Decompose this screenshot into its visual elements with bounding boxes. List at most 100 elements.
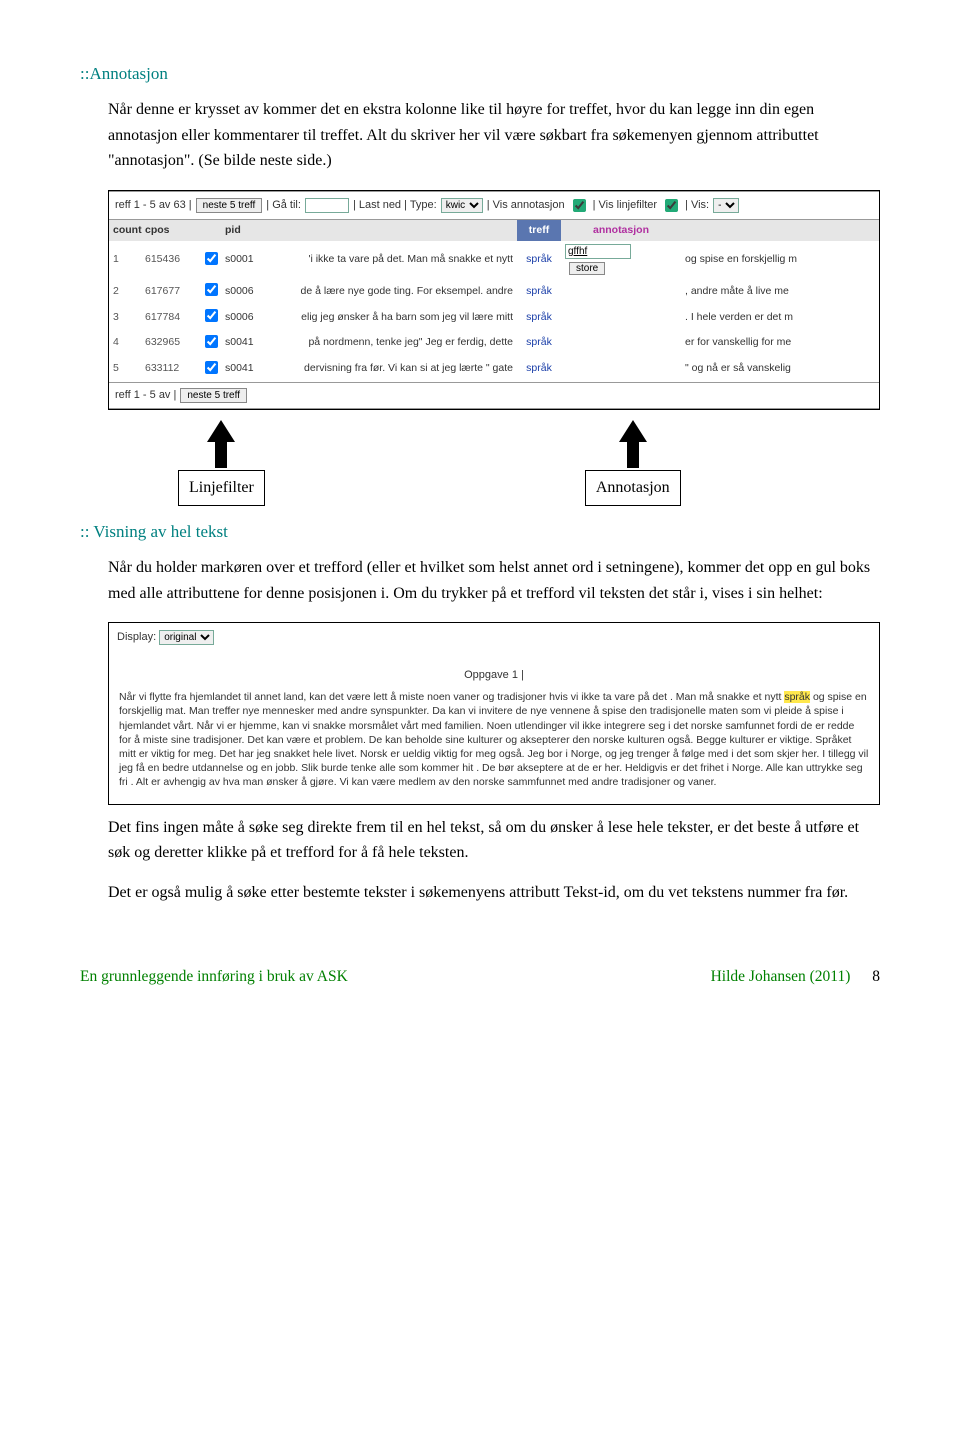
kwic-row: 2 617677 s0006 de å lære nye gode ting. …: [109, 278, 879, 304]
highlighted-word: språk: [784, 691, 810, 703]
callout-label: Annotasjon: [585, 470, 681, 506]
row-match[interactable]: språk: [517, 278, 561, 304]
kwic-toolbar-top: reff 1 - 5 av 63 | neste 5 treff | Gå ti…: [109, 191, 879, 220]
section-header-annotasjon: ::Annotasjon: [80, 60, 880, 87]
fulltext-body: Når vi flytte fra hjemlandet til annet l…: [109, 690, 879, 803]
results-range: reff 1 - 5 av 63 |: [115, 197, 192, 215]
col-treff: treff: [517, 220, 561, 241]
col-check: [197, 220, 221, 241]
row-n: 5: [109, 356, 141, 382]
row-right: er for vanskellig for me: [681, 330, 879, 356]
linjefilter-checkbox[interactable]: [205, 252, 218, 265]
fulltext-before: Når vi flytte fra hjemlandet til annet l…: [119, 691, 784, 703]
row-left: 'i ikke ta vare på det. Man må snakke et…: [267, 241, 517, 279]
row-match[interactable]: språk: [517, 356, 561, 382]
arrow-up-icon: [207, 420, 235, 442]
linjefilter-checkbox[interactable]: [205, 283, 218, 296]
row-left: dervisning fra før. Vi kan si at jeg lær…: [267, 356, 517, 382]
row-annot: [561, 278, 681, 304]
arrow-stem-icon: [627, 442, 639, 468]
callout-linjefilter: Linjefilter: [178, 420, 265, 506]
paragraph: Når denne er krysset av kommer det en ek…: [108, 97, 880, 174]
kwic-row: 4 632965 s0041 på nordmenn, tenke jeg" J…: [109, 330, 879, 356]
annotasjon-input[interactable]: [565, 244, 631, 259]
row-left: på nordmenn, tenke jeg" Jeg er ferdig, d…: [267, 330, 517, 356]
paragraph: Når du holder markøren over et trefford …: [108, 555, 880, 606]
row-right: . I hele verden er det m: [681, 304, 879, 330]
row-right: , andre måte å live me: [681, 278, 879, 304]
vis-select[interactable]: -: [713, 198, 739, 213]
kwic-row: 1 615436 s0001 'i ikke ta vare på det. M…: [109, 241, 879, 279]
oppgave-title: Oppgave 1 |: [109, 667, 879, 685]
next-results-button[interactable]: neste 5 treff: [196, 198, 263, 213]
row-pid: s0041: [221, 356, 267, 382]
row-check: [197, 330, 221, 356]
callout-row: Linjefilter Annotasjon: [108, 420, 880, 506]
vis-linjefilter-checkbox[interactable]: [665, 199, 678, 212]
paragraph: Det fins ingen måte å søke seg direkte f…: [108, 815, 880, 866]
row-pid: s0006: [221, 304, 267, 330]
row-pid: s0001: [221, 241, 267, 279]
next-results-button[interactable]: neste 5 treff: [180, 388, 247, 403]
row-annot: [561, 330, 681, 356]
vis-label: | Vis:: [685, 197, 709, 215]
kwic-row: 5 633112 s0041 dervisning fra før. Vi ka…: [109, 356, 879, 382]
kwic-table: count cpos pid treff annotasjon 1 615436…: [109, 220, 879, 382]
kwic-header-row: count cpos pid treff annotasjon: [109, 220, 879, 241]
row-pid: s0041: [221, 330, 267, 356]
col-count: count: [109, 220, 141, 241]
paragraph: Det er også mulig å søke etter bestemte …: [108, 880, 880, 906]
row-pid: s0006: [221, 278, 267, 304]
row-left: de å lære nye gode ting. For eksempel. a…: [267, 278, 517, 304]
linjefilter-checkbox[interactable]: [205, 335, 218, 348]
display-label: Display:: [117, 631, 156, 643]
vis-annot-label: | Vis annotasjon: [487, 197, 565, 215]
linjefilter-checkbox[interactable]: [205, 309, 218, 322]
goto-input[interactable]: [305, 198, 349, 213]
col-right: [681, 220, 879, 241]
row-right: " og nå er så vanskelig: [681, 356, 879, 382]
goto-label: | Gå til:: [266, 197, 301, 215]
vis-annotasjon-checkbox[interactable]: [573, 199, 586, 212]
row-right: og spise en forskjellig m: [681, 241, 879, 279]
row-check: [197, 278, 221, 304]
download-type-label: | Last ned | Type:: [353, 197, 437, 215]
row-cpos: 617677: [141, 278, 197, 304]
row-cpos: 615436: [141, 241, 197, 279]
row-cpos: 632965: [141, 330, 197, 356]
arrow-stem-icon: [215, 442, 227, 468]
display-bar: Display: original: [109, 623, 879, 653]
col-pid: pid: [221, 220, 267, 241]
arrow-up-icon: [619, 420, 647, 442]
row-match[interactable]: språk: [517, 241, 561, 279]
section-header-visning: :: Visning av hel tekst: [80, 518, 880, 545]
row-n: 3: [109, 304, 141, 330]
row-annot: [561, 356, 681, 382]
col-annotasjon: annotasjon: [561, 220, 681, 241]
footer-right: Hilde Johansen (2011): [711, 968, 851, 985]
row-cpos: 633112: [141, 356, 197, 382]
type-select[interactable]: kwic: [441, 198, 483, 213]
vis-linje-label: | Vis linjefilter: [593, 197, 657, 215]
store-button[interactable]: store: [569, 262, 605, 275]
row-check: [197, 304, 221, 330]
col-cpos: cpos: [141, 220, 197, 241]
kwic-screenshot: reff 1 - 5 av 63 | neste 5 treff | Gå ti…: [108, 190, 880, 410]
page-number: 8: [872, 968, 880, 985]
row-n: 1: [109, 241, 141, 279]
row-match[interactable]: språk: [517, 330, 561, 356]
linjefilter-checkbox[interactable]: [205, 361, 218, 374]
row-annot: [561, 304, 681, 330]
row-n: 2: [109, 278, 141, 304]
display-select[interactable]: original: [159, 630, 214, 645]
fulltext-screenshot: Display: original Oppgave 1 | Når vi fly…: [108, 622, 880, 804]
col-left: [267, 220, 517, 241]
page-footer: En grunnleggende innføring i bruk av ASK…: [80, 965, 880, 990]
row-annot: store: [561, 241, 681, 279]
results-range-bottom: reff 1 - 5 av |: [115, 387, 176, 405]
kwic-row: 3 617784 s0006 elig jeg ønsker å ha barn…: [109, 304, 879, 330]
kwic-toolbar-bottom: reff 1 - 5 av | neste 5 treff: [109, 382, 879, 410]
footer-left: En grunnleggende innføring i bruk av ASK: [80, 965, 348, 990]
row-cpos: 617784: [141, 304, 197, 330]
row-match[interactable]: språk: [517, 304, 561, 330]
